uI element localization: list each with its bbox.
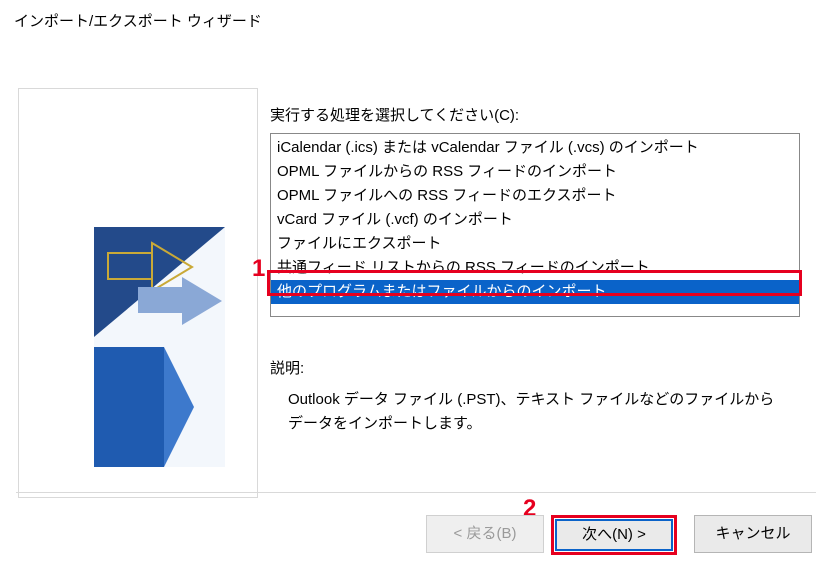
wizard-illustration-frame	[18, 88, 258, 498]
back-button: < 戻る(B)	[426, 515, 544, 553]
cancel-button[interactable]: キャンセル	[694, 515, 812, 553]
description-label: 説明:	[270, 357, 805, 378]
action-prompt: 実行する処理を選択してください(C):	[270, 104, 805, 125]
list-item[interactable]: ファイルにエクスポート	[271, 232, 799, 256]
next-button[interactable]: 次へ(N) >	[555, 519, 673, 551]
description-text: Outlook データ ファイル (.PST)、テキスト ファイルなどのファイル…	[270, 388, 780, 436]
list-item[interactable]: vCard ファイル (.vcf) のインポート	[271, 208, 799, 232]
list-item[interactable]: OPML ファイルへの RSS フィードのエクスポート	[271, 184, 799, 208]
list-item[interactable]: iCalendar (.ics) または vCalendar ファイル (.vc…	[271, 136, 799, 160]
annotation-1: 1	[252, 255, 265, 283]
list-item-selected[interactable]: 他のプログラムまたはファイルからのインポート	[271, 280, 799, 304]
list-item[interactable]: OPML ファイルからの RSS フィードのインポート	[271, 160, 799, 184]
divider	[16, 492, 816, 493]
wizard-illustration	[94, 227, 225, 467]
list-item[interactable]: 共通フィード リストからの RSS フィードのインポート	[271, 256, 799, 280]
action-listbox[interactable]: iCalendar (.ics) または vCalendar ファイル (.vc…	[270, 133, 800, 317]
window-title: インポート/エクスポート ウィザード	[0, 0, 831, 31]
annotation-2-frame: 次へ(N) >	[551, 515, 677, 555]
